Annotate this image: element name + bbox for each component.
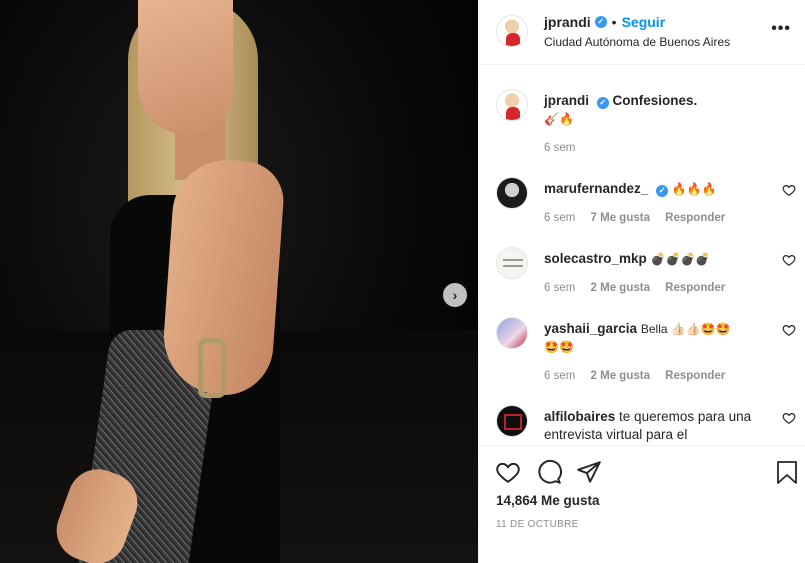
comment-likes[interactable]: 7 Me gusta: [591, 212, 650, 224]
comment-username[interactable]: yashaii_garcia: [544, 321, 637, 336]
avatar[interactable]: [496, 177, 528, 209]
follow-button[interactable]: Seguir: [622, 14, 666, 30]
more-icon[interactable]: •••: [771, 20, 791, 38]
comment-time[interactable]: 6 sem: [544, 212, 575, 224]
avatar[interactable]: [496, 317, 528, 349]
comment-meta: 6 sem 2 Me gusta Responder: [544, 370, 737, 382]
chevron-right-icon: ›: [452, 287, 458, 303]
post-header: jprandi ✓ • Seguir Ciudad Autónoma de Bu…: [479, 0, 805, 65]
avatar[interactable]: [496, 247, 528, 279]
comment-likes[interactable]: 2 Me gusta: [591, 370, 650, 382]
photo-subject-bracelet: [198, 338, 226, 398]
caption-meta: 6 sem: [544, 142, 587, 154]
heart-icon[interactable]: [782, 411, 796, 425]
avatar[interactable]: [496, 405, 528, 437]
header-user-row: jprandi ✓ • Seguir: [544, 14, 665, 30]
comment-username[interactable]: marufernandez_: [544, 181, 648, 196]
comment-time[interactable]: 6 sem: [544, 282, 575, 294]
comment-text: solecastro_mkp 💣💣💣💣: [544, 250, 794, 268]
comment-body: Bella 👍🏻👍🏻🤩🤩: [640, 322, 731, 336]
comment-body: 💣💣💣💣: [650, 252, 711, 266]
heart-icon[interactable]: [782, 323, 796, 337]
caption-username[interactable]: jprandi: [544, 93, 589, 108]
reply-button[interactable]: Responder: [665, 370, 725, 382]
reply-button[interactable]: Responder: [665, 282, 725, 294]
share-icon[interactable]: [576, 459, 602, 485]
post-photo[interactable]: ›: [0, 0, 478, 563]
location-link[interactable]: Ciudad Autónoma de Buenos Aires: [544, 35, 730, 49]
photo-subject-face: [138, 0, 233, 135]
comment-username[interactable]: alfilobaires: [544, 409, 615, 424]
comment-meta: 6 sem 7 Me gusta Responder: [544, 212, 737, 224]
heart-icon[interactable]: [495, 459, 521, 485]
caption-time[interactable]: 6 sem: [544, 142, 575, 154]
next-photo-button[interactable]: ›: [443, 283, 467, 307]
comment-text: alfilobaires te queremos para una entrev…: [544, 408, 794, 444]
separator-dot: •: [611, 14, 617, 30]
comment-body: 🔥🔥🔥: [671, 182, 717, 196]
post-panel: jprandi ✓ • Seguir Ciudad Autónoma de Bu…: [478, 0, 805, 563]
heart-icon[interactable]: [782, 183, 796, 197]
comment-icon[interactable]: [536, 459, 562, 485]
verified-icon: ✓: [596, 97, 609, 109]
comment-text: yashaii_garcia Bella 👍🏻👍🏻🤩🤩 🤩🤩: [544, 320, 794, 356]
comment-likes[interactable]: 2 Me gusta: [591, 282, 650, 294]
post-date[interactable]: 11 DE OCTUBRE: [496, 519, 579, 530]
caption-text: jprandi ✓ Confesiones. 🎸🔥: [544, 92, 794, 128]
comment-username[interactable]: solecastro_mkp: [544, 251, 647, 266]
caption-emoji: 🎸🔥: [544, 112, 574, 126]
heart-icon[interactable]: [782, 253, 796, 267]
comment-text: marufernandez_ ✓ 🔥🔥🔥: [544, 180, 794, 198]
comment-meta: 6 sem 2 Me gusta Responder: [544, 282, 737, 294]
caption-body: Confesiones.: [612, 93, 698, 108]
comments-list[interactable]: jprandi ✓ Confesiones. 🎸🔥 6 sem marufern…: [479, 65, 805, 445]
post-actions: 14,864 Me gusta 11 DE OCTUBRE: [479, 445, 805, 563]
avatar[interactable]: [496, 89, 528, 121]
comment-time[interactable]: 6 sem: [544, 370, 575, 382]
comment-body-continued: 🤩🤩: [544, 340, 574, 354]
bookmark-icon[interactable]: [775, 459, 799, 485]
likes-count[interactable]: 14,864 Me gusta: [496, 493, 600, 508]
header-username[interactable]: jprandi: [544, 14, 591, 30]
avatar[interactable]: [496, 15, 528, 47]
verified-icon: ✓: [656, 185, 669, 197]
verified-icon: ✓: [594, 16, 607, 28]
reply-button[interactable]: Responder: [665, 212, 725, 224]
